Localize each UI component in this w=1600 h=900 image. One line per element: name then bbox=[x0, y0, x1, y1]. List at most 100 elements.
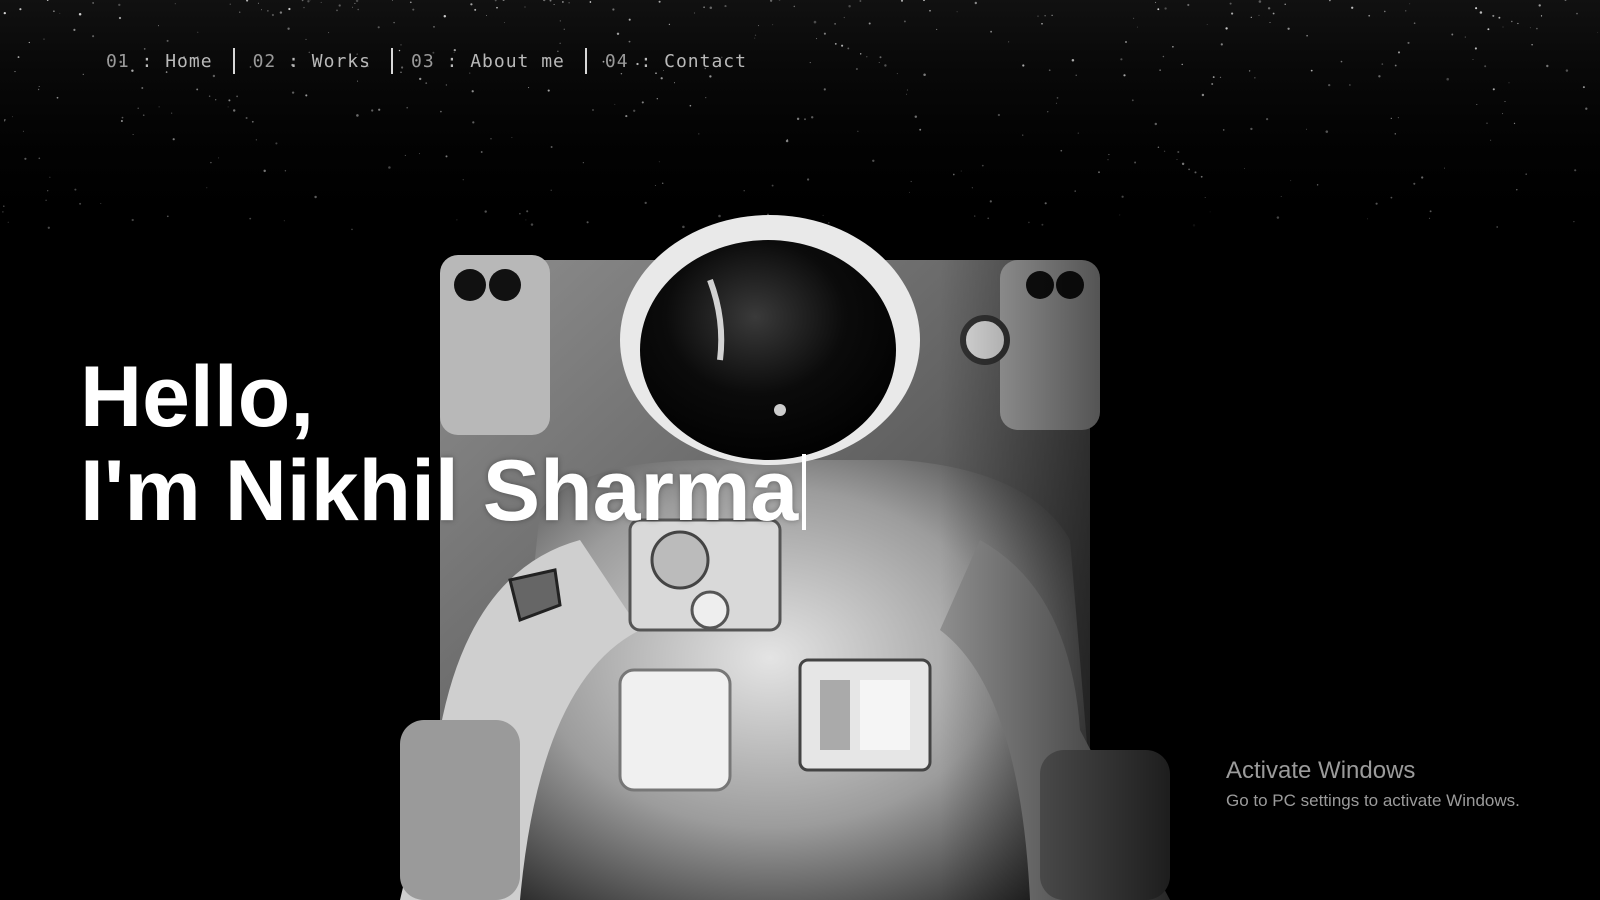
star bbox=[1540, 15, 1543, 17]
star bbox=[641, 101, 644, 104]
nav-item-number: 04 bbox=[604, 50, 629, 72]
nav-divider bbox=[232, 48, 235, 74]
star bbox=[257, 2, 259, 4]
star bbox=[166, 215, 169, 218]
star bbox=[910, 180, 912, 183]
main-nav: 01 : Home 02 : Works 03 : About me 04 : … bbox=[106, 48, 747, 74]
star bbox=[1177, 150, 1180, 154]
star bbox=[1254, 77, 1256, 79]
star bbox=[338, 4, 341, 7]
star bbox=[245, 116, 248, 120]
star bbox=[377, 26, 380, 29]
star bbox=[249, 217, 252, 220]
star bbox=[486, 15, 487, 17]
star bbox=[896, 73, 898, 75]
star bbox=[1258, 0, 1262, 3]
star bbox=[1306, 128, 1307, 130]
star bbox=[1492, 88, 1495, 91]
star bbox=[19, 8, 22, 11]
nav-item-home[interactable]: 01 : Home bbox=[106, 51, 213, 72]
star bbox=[872, 159, 875, 162]
star bbox=[550, 146, 553, 148]
star bbox=[212, 74, 216, 78]
star bbox=[287, 27, 290, 30]
star bbox=[1037, 15, 1039, 17]
star bbox=[559, 42, 561, 44]
star bbox=[208, 95, 211, 97]
star bbox=[724, 5, 727, 8]
star bbox=[1157, 146, 1160, 148]
star bbox=[17, 56, 20, 59]
star bbox=[1394, 133, 1397, 135]
star bbox=[668, 23, 671, 26]
star bbox=[1513, 122, 1516, 125]
star bbox=[215, 99, 217, 101]
star bbox=[1390, 196, 1393, 199]
star bbox=[1381, 63, 1384, 65]
star bbox=[1287, 27, 1290, 30]
star bbox=[1538, 4, 1541, 7]
nav-divider bbox=[584, 48, 587, 74]
star bbox=[754, 34, 757, 36]
star bbox=[1041, 23, 1043, 25]
star bbox=[614, 103, 616, 105]
star bbox=[1008, 41, 1010, 43]
star bbox=[547, 89, 550, 92]
star bbox=[1390, 117, 1392, 120]
nav-separator-colon: : bbox=[446, 50, 459, 72]
star bbox=[689, 104, 692, 107]
star bbox=[357, 80, 359, 82]
star bbox=[1502, 113, 1504, 115]
star bbox=[1071, 58, 1075, 62]
star bbox=[857, 130, 859, 132]
star bbox=[141, 87, 144, 89]
star bbox=[1573, 220, 1575, 223]
star bbox=[11, 116, 13, 118]
star bbox=[1243, 168, 1245, 170]
star bbox=[418, 153, 420, 155]
star bbox=[218, 157, 220, 159]
nav-item-about[interactable]: 03 : About me bbox=[411, 51, 565, 72]
star bbox=[1328, 83, 1331, 87]
star bbox=[1134, 161, 1137, 164]
star bbox=[393, 21, 395, 24]
star bbox=[100, 203, 102, 205]
star bbox=[1176, 159, 1178, 161]
star bbox=[433, 26, 435, 28]
nav-item-label: Home bbox=[165, 50, 213, 72]
star bbox=[914, 115, 918, 118]
star bbox=[1464, 36, 1466, 38]
star bbox=[283, 220, 285, 222]
star bbox=[1508, 82, 1510, 84]
star bbox=[1194, 171, 1197, 174]
star bbox=[1428, 217, 1431, 220]
nav-item-contact[interactable]: 04 : Contact bbox=[605, 51, 747, 72]
star bbox=[1219, 76, 1222, 79]
star bbox=[952, 173, 955, 176]
star bbox=[743, 189, 745, 192]
star bbox=[239, 11, 241, 13]
star bbox=[1525, 173, 1527, 175]
star bbox=[698, 133, 700, 135]
star bbox=[255, 139, 257, 141]
star bbox=[351, 228, 353, 231]
star bbox=[559, 20, 561, 22]
nav-item-works[interactable]: 02 : Works bbox=[253, 51, 371, 72]
star bbox=[1154, 122, 1158, 126]
star bbox=[53, 10, 55, 13]
star bbox=[1222, 129, 1225, 131]
star bbox=[847, 47, 850, 50]
star bbox=[279, 11, 283, 14]
star bbox=[120, 120, 123, 122]
star bbox=[809, 62, 811, 64]
star bbox=[38, 157, 41, 160]
star bbox=[960, 170, 962, 172]
star bbox=[409, 1, 412, 4]
star bbox=[1044, 202, 1047, 205]
star bbox=[1517, 22, 1519, 25]
star bbox=[1582, 86, 1585, 89]
star bbox=[336, 9, 338, 12]
star bbox=[118, 3, 121, 7]
star bbox=[709, 75, 712, 78]
star bbox=[1492, 14, 1495, 17]
